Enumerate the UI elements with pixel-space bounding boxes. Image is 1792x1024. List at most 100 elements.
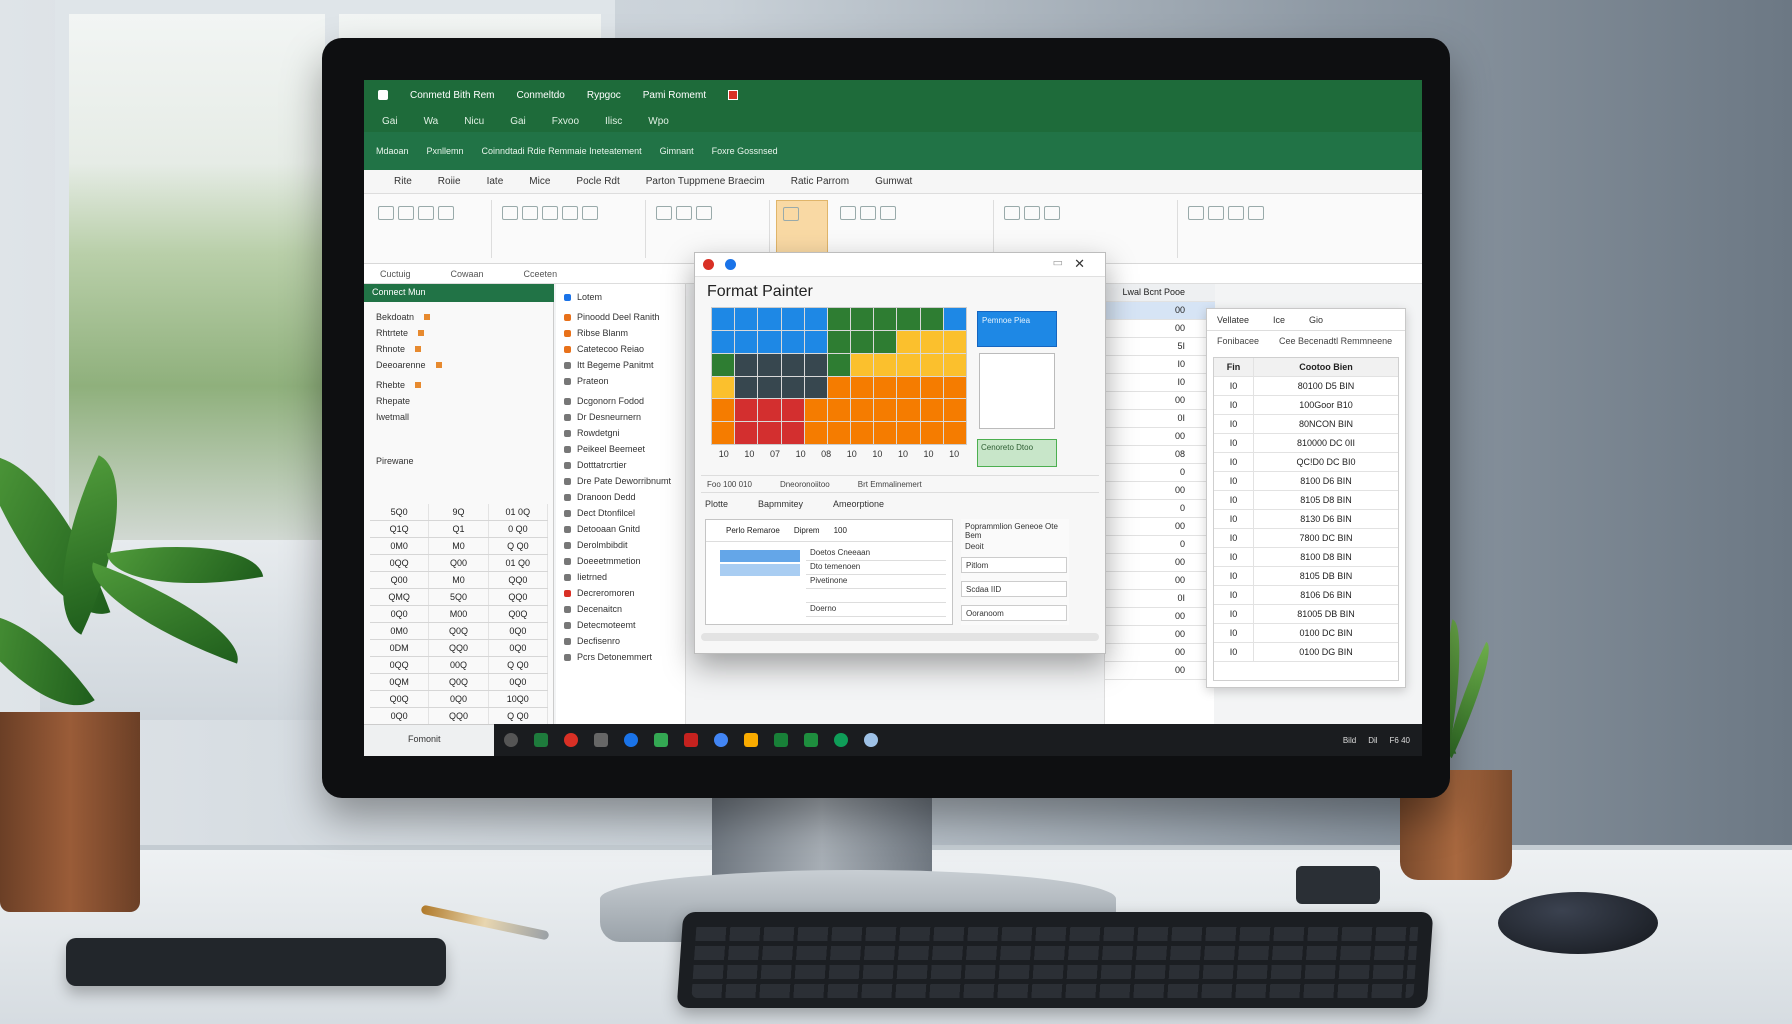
- color-grid-cell[interactable]: [712, 376, 735, 399]
- color-grid-cell[interactable]: [943, 330, 966, 353]
- color-grid-cell[interactable]: [781, 308, 804, 330]
- tab-item[interactable]: Pocle Rdt: [576, 176, 619, 187]
- color-grid-cell[interactable]: [851, 399, 874, 422]
- color-grid-cell[interactable]: [920, 376, 943, 399]
- color-grid-cell[interactable]: [804, 353, 827, 376]
- excel-file-icon[interactable]: [804, 733, 818, 747]
- color-grid-preview[interactable]: [711, 307, 967, 445]
- table-row[interactable]: I0 7800 DC BIN: [1214, 529, 1398, 548]
- tab-item[interactable]: Parton Tuppmene Braecim: [646, 176, 765, 187]
- dialog-tab[interactable]: Ameorptione: [833, 499, 884, 515]
- list-item[interactable]: Dre Pate Deworribnumt: [564, 476, 671, 486]
- color-grid-cell[interactable]: [758, 376, 781, 399]
- color-grid-cell[interactable]: [851, 353, 874, 376]
- list-item[interactable]: Dr Desneurnern: [564, 412, 641, 422]
- selected-range-secondary[interactable]: [720, 564, 800, 576]
- list-item[interactable]: Ribse Blanm: [564, 328, 628, 338]
- table-row[interactable]: I0 8106 D6 BIN: [1214, 586, 1398, 605]
- minimize-icon[interactable]: ▭: [1053, 256, 1063, 269]
- formula-item[interactable]: Cowaan: [451, 269, 484, 279]
- list-item[interactable]: Dotttatrcrtier: [564, 460, 627, 470]
- panel-tab[interactable]: Vellatee: [1217, 315, 1249, 325]
- cell[interactable]: 00: [1105, 518, 1215, 536]
- formula-item[interactable]: Cceeten: [524, 269, 558, 279]
- color-grid-cell[interactable]: [758, 353, 781, 376]
- wrap-icon[interactable]: [696, 206, 712, 220]
- color-grid-cell[interactable]: [874, 353, 897, 376]
- toolbar-item[interactable]: Foo 100 010: [707, 480, 752, 489]
- clock[interactable]: F6 40: [1390, 736, 1410, 745]
- table-row[interactable]: 0QQ Q00 01 Q0: [370, 555, 548, 572]
- cell[interactable]: 0: [1105, 464, 1215, 482]
- selected-range[interactable]: [720, 550, 800, 562]
- tab-item[interactable]: Mice: [529, 176, 550, 187]
- format-line[interactable]: [806, 590, 946, 603]
- title-item[interactable]: Conmetd Bith Rem: [410, 90, 494, 101]
- table-row[interactable]: I0 QC!D0 DC BI0: [1214, 453, 1398, 472]
- list-item[interactable]: Iietrned: [564, 572, 607, 582]
- color-grid-cell[interactable]: [920, 330, 943, 353]
- list-item[interactable]: Decfisenro: [564, 636, 620, 646]
- color-grid-cell[interactable]: [943, 353, 966, 376]
- cloud-icon[interactable]: [864, 733, 878, 747]
- fill-icon[interactable]: [582, 206, 598, 220]
- target-field[interactable]: Scdaa IID: [961, 581, 1067, 597]
- table-row[interactable]: 0Q0 M00 Q0Q: [370, 606, 548, 623]
- bold-icon[interactable]: [502, 206, 518, 220]
- command-item[interactable]: Gimnant: [660, 146, 694, 156]
- table-row[interactable]: I0 810000 DC 0II: [1214, 434, 1398, 453]
- tab-item[interactable]: Iate: [487, 176, 504, 187]
- start-icon[interactable]: [504, 733, 518, 747]
- table-row[interactable]: I0 8100 D8 BIN: [1214, 548, 1398, 567]
- table-row[interactable]: 5Q0 9Q 01 0Q: [370, 504, 548, 521]
- folder-icon[interactable]: [744, 733, 758, 747]
- list-item[interactable]: Itt Begeme Panitmt: [564, 360, 654, 370]
- list-item[interactable]: Doeeetmmetion: [564, 556, 641, 566]
- color-grid-cell[interactable]: [827, 330, 851, 353]
- menu-item[interactable]: Wa: [424, 116, 439, 127]
- color-grid-cell[interactable]: [735, 308, 758, 330]
- color-grid-cell[interactable]: [874, 308, 897, 330]
- brush-icon[interactable]: [438, 206, 454, 220]
- color-grid-cell[interactable]: [851, 308, 874, 330]
- dialog-tab[interactable]: Plotte: [705, 499, 728, 515]
- color-grid-cell[interactable]: [897, 376, 920, 399]
- format-line[interactable]: Doerno: [806, 604, 946, 617]
- color-grid-cell[interactable]: [943, 308, 966, 330]
- color-grid-cell[interactable]: [735, 330, 758, 353]
- menu-item[interactable]: Nicu: [464, 116, 484, 127]
- list-item[interactable]: Derolmbibdit: [564, 540, 628, 550]
- name-box[interactable]: Cuctuig: [380, 269, 411, 279]
- format-line[interactable]: Pivetinone: [806, 576, 946, 589]
- cell[interactable]: 00: [1105, 662, 1215, 680]
- target-field[interactable]: Pitlom: [961, 557, 1067, 573]
- table-row[interactable]: I0 81005 DB BIN: [1214, 605, 1398, 624]
- title-item[interactable]: Rypgoc: [587, 90, 621, 101]
- record-icon[interactable]: [728, 90, 739, 100]
- color-grid-cell[interactable]: [874, 330, 897, 353]
- cell[interactable]: 00: [1105, 428, 1215, 446]
- color-grid-cell[interactable]: [735, 376, 758, 399]
- menu-item[interactable]: Fxvoo: [552, 116, 579, 127]
- cell[interactable]: 00: [1105, 482, 1215, 500]
- color-grid-cell[interactable]: [920, 308, 943, 330]
- title-item[interactable]: Pami Romemt: [643, 90, 706, 101]
- color-grid-cell[interactable]: [712, 353, 735, 376]
- color-grid-cell[interactable]: [943, 399, 966, 422]
- cell[interactable]: 08: [1105, 446, 1215, 464]
- color-grid-cell[interactable]: [943, 422, 966, 444]
- cut-icon[interactable]: [398, 206, 414, 220]
- toolbar-item[interactable]: Brt Emmalinemert: [858, 480, 922, 489]
- cell[interactable]: 00: [1105, 572, 1215, 590]
- cell[interactable]: 00: [1105, 626, 1215, 644]
- spreadsheet-app-icon[interactable]: [534, 733, 548, 747]
- table-row[interactable]: 0DM QQ0 0Q0: [370, 640, 548, 657]
- list-item[interactable]: Pcrs Detonemmert: [564, 652, 652, 662]
- table-row[interactable]: 0Q0 QQ0 Q Q0: [370, 708, 548, 725]
- table-row[interactable]: Q00 M0 QQ0: [370, 572, 548, 589]
- color-grid-cell[interactable]: [735, 422, 758, 444]
- color-grid-cell[interactable]: [920, 399, 943, 422]
- table-row[interactable]: 0QM Q0Q 0Q0: [370, 674, 548, 691]
- color-grid-cell[interactable]: [851, 330, 874, 353]
- color-grid-cell[interactable]: [758, 399, 781, 422]
